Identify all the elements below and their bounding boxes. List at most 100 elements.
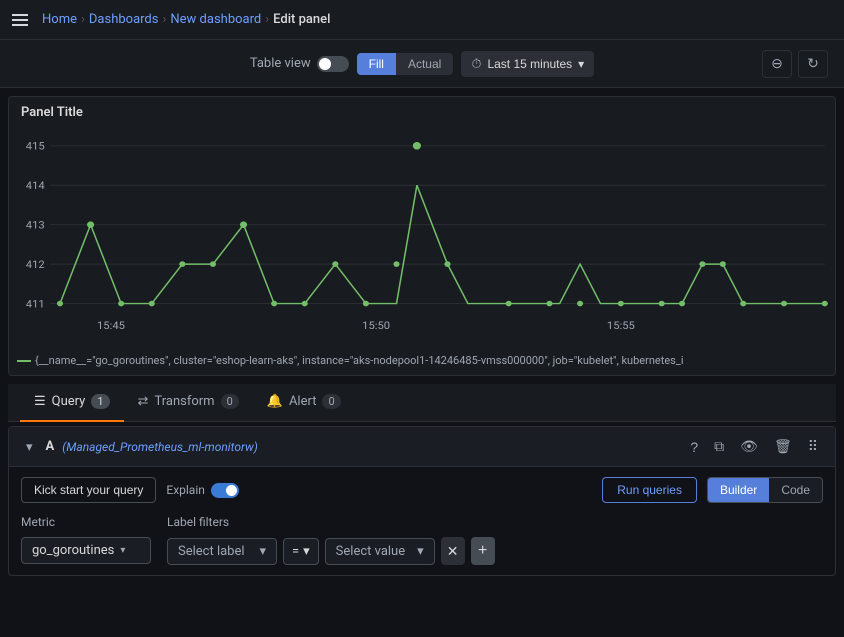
toolbar-right: ⊖ ↻ — [602, 50, 828, 78]
label-filters-field-label: Label filters — [167, 515, 495, 529]
query-tab-badge: 1 — [91, 394, 109, 409]
breadcrumb-sep-2: › — [162, 12, 166, 27]
table-view-switch[interactable] — [317, 56, 349, 72]
svg-text:411: 411 — [26, 298, 45, 310]
select-label-text: Select label — [178, 544, 245, 559]
copy-icon: ⧉ — [714, 438, 724, 454]
tabs-bar: ☰ Query 1 ⇄ Transform 0 🔔 Alert 0 — [8, 384, 836, 422]
legend-line — [17, 360, 31, 362]
svg-text:15:50: 15:50 — [362, 319, 390, 331]
actual-button[interactable]: Actual — [396, 53, 453, 75]
svg-text:415: 415 — [26, 140, 45, 152]
add-filter-button[interactable]: + — [471, 537, 495, 565]
breadcrumb-edit-panel: Edit panel — [273, 12, 330, 27]
label-filters-row: Select label ▾ = ▾ Select value ▾ ✕ — [167, 537, 495, 565]
select-label-dropdown[interactable]: Select label ▾ — [167, 538, 277, 565]
copy-button[interactable]: ⧉ — [709, 435, 729, 458]
value-select-chevron-icon: ▾ — [417, 544, 424, 559]
query-header: ▾ A (Managed_Prometheus_ml-monitorw) ? ⧉… — [9, 427, 835, 467]
query-datasource: (Managed_Prometheus_ml-monitorw) — [62, 440, 258, 454]
fill-actual-group: Fill Actual — [357, 53, 454, 75]
table-view-label: Table view — [250, 56, 311, 71]
svg-text:15:55: 15:55 — [607, 319, 635, 331]
operator-select[interactable]: = ▾ — [283, 538, 319, 565]
query-header-actions: ? ⧉ 👁 🗑 ⠿ — [685, 435, 823, 458]
refresh-button[interactable]: ↻ — [798, 50, 828, 78]
tab-alert[interactable]: 🔔 Alert 0 — [253, 384, 355, 422]
transform-tab-badge: 0 — [221, 394, 239, 409]
help-icon: ? — [690, 439, 698, 455]
refresh-icon: ↻ — [807, 55, 819, 72]
explain-toggle[interactable] — [211, 483, 239, 498]
breadcrumb-dashboards[interactable]: Dashboards — [89, 12, 159, 27]
help-button[interactable]: ? — [685, 436, 703, 458]
visibility-button[interactable]: 👁 — [735, 435, 763, 458]
time-range-picker[interactable]: ⏱ Last 15 minutes ▾ — [461, 51, 594, 77]
remove-filter-button[interactable]: ✕ — [441, 537, 465, 565]
eye-icon: 👁 — [740, 438, 758, 454]
remove-icon: ✕ — [447, 543, 459, 560]
kick-start-button[interactable]: Kick start your query — [21, 477, 156, 503]
breadcrumb-sep-3: › — [265, 12, 269, 27]
alert-tab-icon: 🔔 — [267, 394, 283, 409]
delete-button[interactable]: 🗑 — [769, 435, 797, 458]
explain-label: Explain — [166, 483, 205, 497]
zoom-out-icon: ⊖ — [771, 55, 783, 72]
add-icon: + — [478, 542, 487, 560]
top-nav: Home › Dashboards › New dashboard › Edit… — [0, 0, 844, 40]
alert-tab-badge: 0 — [322, 394, 340, 409]
collapse-button[interactable]: ▾ — [21, 436, 38, 458]
zoom-out-button[interactable]: ⊖ — [762, 50, 792, 78]
tab-query[interactable]: ☰ Query 1 — [20, 384, 124, 422]
operator-value: = — [292, 544, 299, 559]
svg-text:15:45: 15:45 — [97, 319, 125, 331]
select-value-dropdown[interactable]: Select value ▾ — [325, 538, 435, 565]
trash-icon: 🗑 — [774, 438, 792, 454]
run-queries-button[interactable]: Run queries — [602, 477, 697, 503]
metric-chevron-icon: ▾ — [120, 545, 125, 556]
fill-button[interactable]: Fill — [357, 53, 396, 75]
more-icon: ⠿ — [808, 438, 818, 454]
query-body: Kick start your query Explain Run querie… — [9, 467, 835, 575]
svg-text:414: 414 — [26, 179, 45, 191]
label-filters-group: Label filters Select label ▾ = ▾ Select … — [167, 515, 495, 565]
breadcrumb: Home › Dashboards › New dashboard › Edit… — [42, 12, 330, 27]
query-tab-label: Query — [52, 394, 86, 409]
query-letter: A — [46, 439, 55, 454]
toolbar: Table view Fill Actual ⏱ Last 15 minutes… — [0, 40, 844, 88]
query-actions-row: Kick start your query Explain Run querie… — [21, 477, 823, 503]
query-panel: ▾ A (Managed_Prometheus_ml-monitorw) ? ⧉… — [8, 426, 836, 576]
more-options-button[interactable]: ⠿ — [803, 435, 823, 458]
svg-text:412: 412 — [26, 258, 45, 270]
metric-select[interactable]: go_goroutines ▾ — [21, 537, 151, 564]
legend-label: {__name__="go_goroutines", cluster="esho… — [35, 354, 684, 367]
builder-button[interactable]: Builder — [708, 478, 769, 502]
query-tab-icon: ☰ — [34, 394, 46, 409]
chart-legend: {__name__="go_goroutines", cluster="esho… — [17, 354, 684, 367]
code-button[interactable]: Code — [769, 478, 822, 502]
clock-icon: ⏱ — [471, 56, 481, 72]
panel-title: Panel Title — [21, 105, 83, 120]
panel-area: Panel Title 415 414 413 412 411 15:45 15… — [8, 96, 836, 376]
explain-row: Explain — [166, 483, 239, 498]
chevron-down-icon: ▾ — [578, 57, 584, 71]
op-chevron-icon: ▾ — [303, 544, 310, 559]
svg-text:413: 413 — [26, 219, 45, 231]
tab-transform[interactable]: ⇄ Transform 0 — [124, 384, 253, 422]
label-select-chevron-icon: ▾ — [259, 544, 266, 559]
breadcrumb-home[interactable]: Home — [42, 12, 77, 27]
metric-value: go_goroutines — [32, 543, 114, 558]
metric-field-label: Metric — [21, 515, 151, 529]
breadcrumb-sep-1: › — [81, 12, 85, 27]
breadcrumb-new-dashboard[interactable]: New dashboard — [170, 12, 261, 27]
builder-code-group: Builder Code — [707, 477, 823, 503]
hamburger-menu[interactable] — [12, 14, 28, 26]
chart-svg: 415 414 413 412 411 15:45 15:50 15:55 — [9, 127, 835, 343]
metric-group: Metric go_goroutines ▾ — [21, 515, 151, 564]
table-view-toggle: Table view — [250, 56, 349, 72]
alert-tab-label: Alert — [289, 394, 317, 409]
chart-container: 415 414 413 412 411 15:45 15:50 15:55 — [9, 127, 835, 343]
select-value-text: Select value — [336, 544, 405, 559]
toolbar-center: Table view Fill Actual ⏱ Last 15 minutes… — [250, 51, 594, 77]
transform-tab-label: Transform — [154, 394, 214, 409]
